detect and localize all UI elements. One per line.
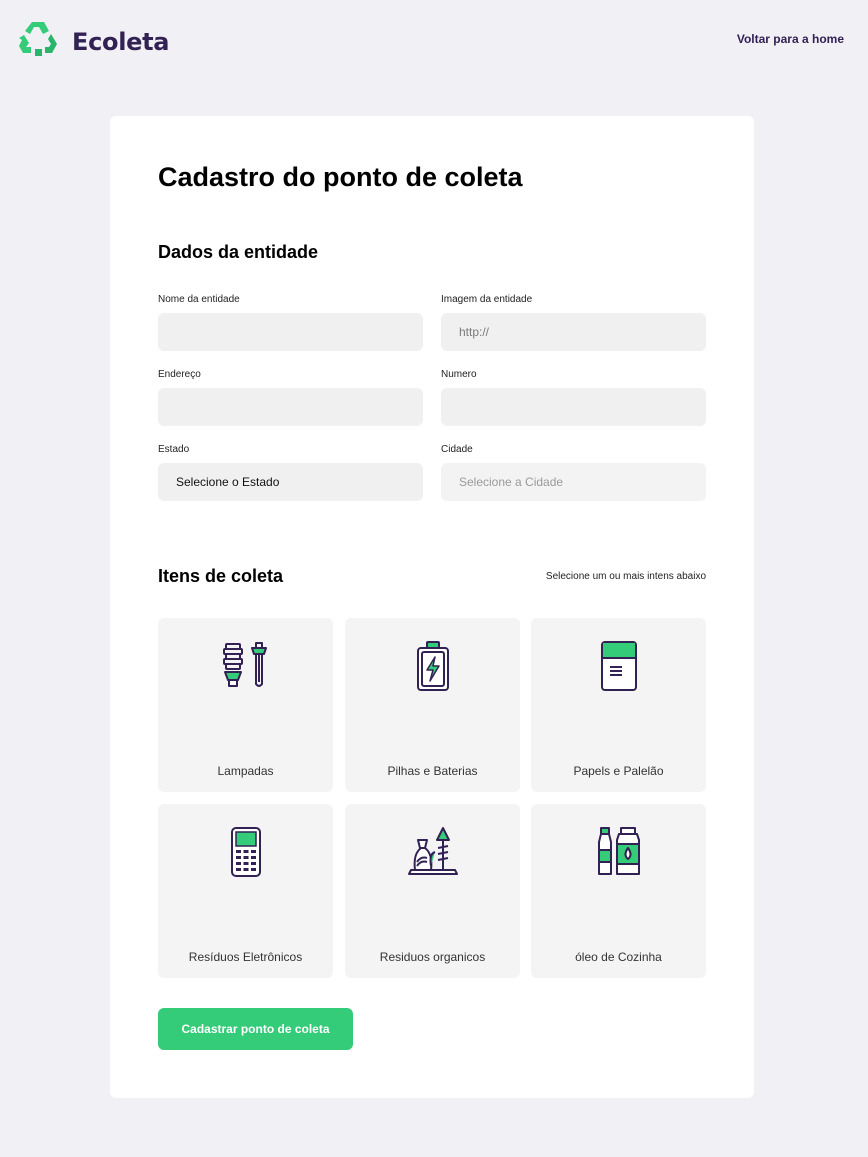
item-label: Papels e Palelão <box>573 764 664 778</box>
item-label: Pilhas e Baterias <box>387 764 478 778</box>
brand-name: Ecoleta <box>72 27 170 56</box>
name-input[interactable] <box>158 313 423 351</box>
paper-icon <box>591 640 647 696</box>
page-title: Cadastro do ponto de coleta <box>158 162 523 192</box>
items-section-title: Itens de coleta <box>158 566 284 586</box>
organic-icon <box>405 826 461 882</box>
submit-button[interactable]: Cadastrar ponto de coleta <box>158 1008 353 1050</box>
number-label: Numero <box>441 369 477 380</box>
form-card: Cadastro do ponto de coleta Dados da ent… <box>110 116 754 1098</box>
image-label: Imagem da entidade <box>441 294 533 305</box>
number-input[interactable] <box>441 388 706 426</box>
address-input[interactable] <box>158 388 423 426</box>
battery-icon <box>405 640 461 696</box>
back-home-link[interactable]: Voltar para a home <box>737 32 844 46</box>
lamp-icon <box>218 640 274 696</box>
item-label: Lampadas <box>217 764 274 778</box>
item-lampadas[interactable]: Lampadas <box>158 618 333 792</box>
state-label: Estado <box>158 444 190 455</box>
item-oleo-cozinha[interactable]: óleo de Cozinha <box>531 804 706 978</box>
logo[interactable]: Ecoleta <box>18 20 169 63</box>
state-select[interactable]: Selecione o Estado <box>158 463 423 501</box>
item-residuos-organicos[interactable]: Residuos organicos <box>345 804 520 978</box>
city-select-value: Selecione a Cidade <box>459 475 564 489</box>
item-label: Residuos organicos <box>379 950 486 964</box>
header: Ecoleta Voltar para a home <box>0 0 868 80</box>
cooking-oil-icon <box>591 826 647 882</box>
item-label: óleo de Cozinha <box>575 950 662 964</box>
item-pilhas-baterias[interactable]: Pilhas e Baterias <box>345 618 520 792</box>
state-select-value: Selecione o Estado <box>176 475 280 489</box>
image-url-input[interactable] <box>441 313 706 351</box>
city-select[interactable]: Selecione a Cidade <box>441 463 706 501</box>
item-papeis-papelao[interactable]: Papels e Palelão <box>531 618 706 792</box>
name-label: Nome da entidade <box>158 294 240 305</box>
address-label: Endereço <box>158 369 201 380</box>
city-label: Cidade <box>441 444 473 455</box>
item-label: Resíduos Eletrônicos <box>188 950 303 964</box>
electronics-icon <box>218 826 274 882</box>
items-section-hint: Selecione um ou mais intens abaixo <box>545 571 706 582</box>
recycle-icon <box>18 20 58 63</box>
entity-section-title: Dados da entidade <box>158 242 319 262</box>
item-residuos-eletronicos[interactable]: Resíduos Eletrônicos <box>158 804 333 978</box>
